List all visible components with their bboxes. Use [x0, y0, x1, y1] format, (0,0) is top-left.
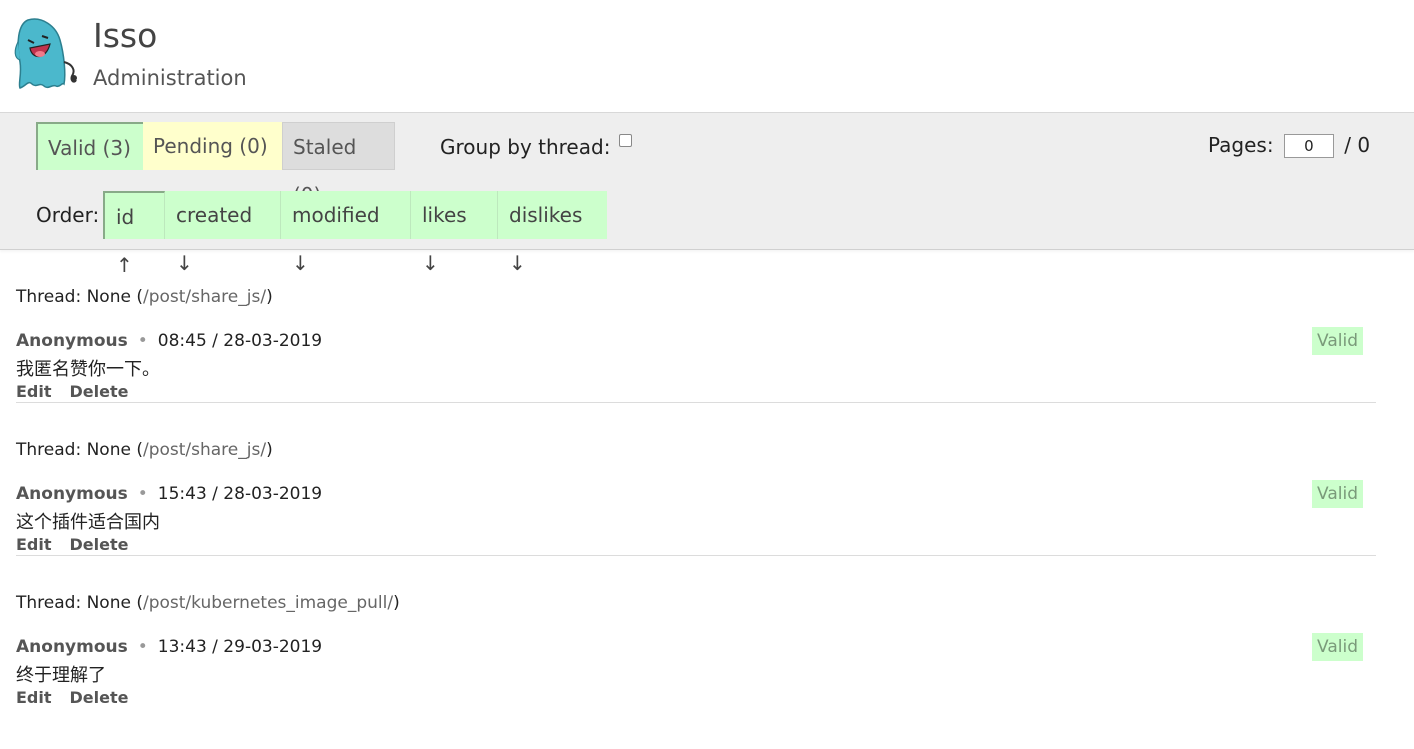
pages-total: / 0 — [1344, 133, 1371, 157]
delete-button[interactable]: Delete — [70, 382, 129, 401]
order-by-dislikes-button[interactable]: dislikes ↓ — [498, 191, 607, 275]
comment-item: Thread: None (/post/share_js/) Anonymous… — [16, 403, 1376, 556]
isso-ghost-mascot-icon — [14, 18, 77, 89]
comment-thread: Thread: None (/post/share_js/) — [16, 287, 273, 307]
delete-button[interactable]: Delete — [70, 688, 129, 707]
comment-list: Thread: None (/post/share_js/) Anonymous… — [16, 250, 1376, 708]
status-badge: Valid — [1312, 327, 1363, 355]
group-by-thread-label: Group by thread: — [440, 135, 611, 159]
group-by-thread: Group by thread: — [440, 134, 632, 159]
comment-actions: Edit Delete — [16, 382, 146, 401]
page-number-input[interactable]: 0 — [1283, 134, 1334, 158]
thread-prefix: Thread: None ( — [16, 593, 143, 613]
thread-link[interactable]: /post/share_js/ — [143, 287, 266, 307]
comment-thread: Thread: None (/post/share_js/) — [16, 440, 273, 460]
edit-button[interactable]: Edit — [16, 535, 52, 554]
app-title: Isso — [93, 16, 158, 55]
page-header: Isso Administration — [0, 0, 1414, 113]
comment-actions: Edit Delete — [16, 535, 146, 554]
comment-item: Thread: None (/post/share_js/) Anonymous… — [16, 250, 1376, 403]
meta-separator: • — [137, 484, 148, 504]
filter-pending-tab[interactable]: Pending (0) — [143, 122, 282, 170]
thread-link[interactable]: /post/kubernetes_image_pull/ — [143, 593, 393, 613]
comment-text: 这个插件适合国内 — [16, 512, 160, 533]
thread-suffix: ) — [266, 440, 273, 460]
status-badge: Valid — [1312, 633, 1363, 661]
app-subtitle: Administration — [93, 66, 247, 90]
filter-staled-tab[interactable]: Staled (0) — [282, 122, 395, 207]
comment-thread: Thread: None (/post/kubernetes_image_pul… — [16, 593, 400, 613]
order-by-modified-button[interactable]: modified ↓ — [281, 191, 411, 275]
moderation-toolbar: Valid (3) Pending (0) Staled (0) Group b… — [0, 113, 1414, 277]
order-label: Order: — [36, 203, 100, 227]
edit-button[interactable]: Edit — [16, 688, 52, 707]
thread-prefix: Thread: None ( — [16, 287, 143, 307]
order-by-id-button[interactable]: id ↑ — [103, 191, 165, 277]
group-by-thread-checkbox[interactable] — [618, 134, 632, 147]
thread-suffix: ) — [393, 593, 400, 613]
pages-label: Pages: — [1208, 133, 1274, 157]
meta-separator: • — [137, 331, 148, 351]
comment-text: 我匿名赞你一下。 — [16, 359, 160, 380]
order-by-created-button[interactable]: created ↓ — [165, 191, 281, 275]
comment-author: Anonymous — [16, 637, 128, 657]
comment-meta: Anonymous • 15:43 / 28-03-2019 — [16, 484, 322, 504]
comment-item: Thread: None (/post/kubernetes_image_pul… — [16, 556, 1376, 708]
comment-actions: Edit Delete — [16, 688, 146, 707]
comment-date: 13:43 / 29-03-2019 — [157, 637, 323, 657]
comment-text: 终于理解了 — [16, 665, 106, 686]
comment-date: 15:43 / 28-03-2019 — [157, 484, 323, 504]
edit-button[interactable]: Edit — [16, 382, 52, 401]
filter-valid-tab[interactable]: Valid (3) — [36, 122, 143, 170]
meta-separator: • — [137, 637, 148, 657]
thread-link[interactable]: /post/share_js/ — [143, 440, 266, 460]
thread-suffix: ) — [266, 287, 273, 307]
comment-author: Anonymous — [16, 331, 128, 351]
comment-date: 08:45 / 28-03-2019 — [157, 331, 323, 351]
order-by-likes-button[interactable]: likes ↓ — [411, 191, 498, 275]
pagination: Pages: 0 / 0 — [1208, 133, 1370, 158]
comment-author: Anonymous — [16, 484, 128, 504]
delete-button[interactable]: Delete — [70, 535, 129, 554]
status-badge: Valid — [1312, 480, 1363, 508]
comment-meta: Anonymous • 13:43 / 29-03-2019 — [16, 637, 322, 657]
comment-meta: Anonymous • 08:45 / 28-03-2019 — [16, 331, 322, 351]
thread-prefix: Thread: None ( — [16, 440, 143, 460]
